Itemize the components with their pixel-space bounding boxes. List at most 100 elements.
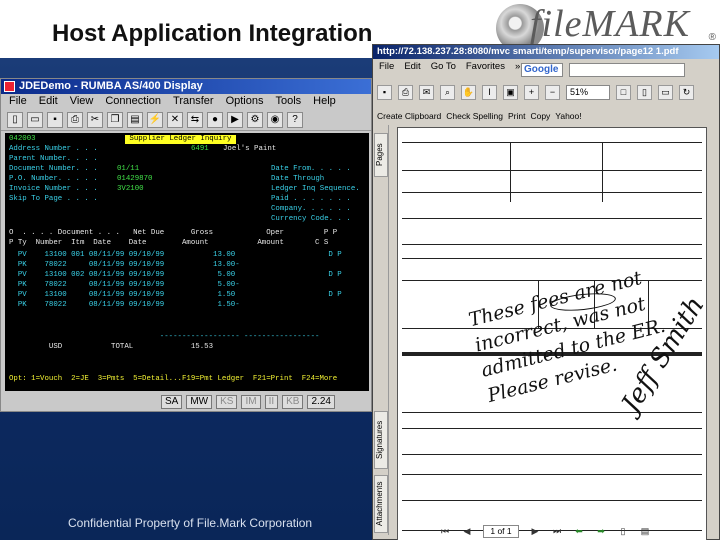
zoom-out-icon[interactable]: − bbox=[545, 84, 560, 100]
menu-file[interactable]: File bbox=[379, 59, 394, 75]
navigation-panel: Pages Signatures Attachments bbox=[373, 125, 389, 535]
save-icon[interactable]: ▪ bbox=[377, 84, 392, 100]
slide-title: Host Application Integration bbox=[52, 20, 373, 47]
go-forward-icon[interactable]: ➡ bbox=[595, 525, 607, 537]
continuous-page-icon[interactable]: ▤ bbox=[639, 525, 651, 537]
ledger-row[interactable]: PK 78022 08/11/99 09/10/99 5.00- bbox=[9, 281, 240, 290]
date-through-label: Date Through bbox=[271, 175, 325, 183]
hand-tool-icon[interactable]: ✋ bbox=[461, 84, 476, 100]
app-icon bbox=[4, 81, 15, 92]
menu-go-to[interactable]: Go To bbox=[431, 59, 456, 75]
menu-file[interactable]: File bbox=[9, 94, 27, 109]
status-ks: KS bbox=[216, 395, 238, 409]
connect-icon[interactable]: ⚡ bbox=[147, 112, 163, 128]
tab-signatures[interactable]: Signatures bbox=[374, 411, 388, 469]
menu-favorites[interactable]: Favorites bbox=[466, 59, 505, 75]
copy-button[interactable]: Copy bbox=[530, 111, 550, 121]
color-icon[interactable]: ◉ bbox=[267, 112, 283, 128]
create-clipboard-button[interactable]: Create Clipboard bbox=[377, 111, 441, 121]
status-position: 2.24 bbox=[307, 395, 335, 409]
po-value[interactable]: 01429870 bbox=[117, 175, 152, 184]
next-page-icon[interactable]: ▶ bbox=[529, 525, 541, 537]
menu-edit[interactable]: Edit bbox=[39, 94, 58, 109]
google-search-input[interactable] bbox=[569, 63, 685, 77]
menu-tools[interactable]: Tools bbox=[275, 94, 301, 109]
print-icon[interactable]: ⎙ bbox=[67, 112, 83, 128]
menu-options[interactable]: Options bbox=[226, 94, 264, 109]
actual-size-icon[interactable]: □ bbox=[616, 84, 631, 100]
total-separator: ------------------ ----------------- bbox=[9, 333, 320, 341]
browser-title: http://72.138.237.28:8080/mvc smarti/tem… bbox=[377, 46, 679, 57]
status-im: IM bbox=[241, 395, 261, 409]
ledger-row[interactable]: PV 13100 002 08/11/99 09/10/99 5.00 D P bbox=[9, 271, 342, 280]
screen-id: 042003 bbox=[9, 135, 36, 143]
single-page-icon[interactable]: ▯ bbox=[617, 525, 629, 537]
address-name: Joel's Paint bbox=[223, 145, 277, 153]
settings-icon[interactable]: ⚙ bbox=[247, 112, 263, 128]
ledger-row[interactable]: PK 78022 08/11/99 09/10/99 13.00- bbox=[9, 261, 240, 270]
play-icon[interactable]: ▶ bbox=[227, 112, 243, 128]
google-toolbar-button[interactable]: Google bbox=[521, 63, 563, 77]
terminal-screen[interactable]: 042003 Supplier Ledger Inquiry Address N… bbox=[5, 133, 369, 391]
fit-width-icon[interactable]: ▭ bbox=[658, 84, 673, 100]
document-label: Document Number. . . bbox=[9, 165, 98, 173]
menu-transfer[interactable]: Transfer bbox=[173, 94, 214, 109]
menu-view[interactable]: View bbox=[70, 94, 94, 109]
copy-icon[interactable]: ❐ bbox=[107, 112, 123, 128]
paste-icon[interactable]: ▤ bbox=[127, 112, 143, 128]
rumba-menu-bar: File Edit View Connection Transfer Optio… bbox=[1, 94, 371, 109]
email-icon[interactable]: ✉ bbox=[419, 84, 434, 100]
company-label: Company. . . . . . bbox=[271, 205, 351, 213]
address-value[interactable]: 6491 bbox=[191, 145, 209, 154]
tab-attachments[interactable]: Attachments bbox=[374, 475, 388, 533]
last-page-icon[interactable]: ⏭ bbox=[551, 525, 563, 537]
rumba-title-bar[interactable]: JDEDemo - RUMBA AS/400 Display bbox=[1, 79, 371, 94]
open-icon[interactable]: ▭ bbox=[27, 112, 43, 128]
yahoo-button[interactable]: Yahoo! bbox=[555, 111, 581, 121]
total-row: USD TOTAL 15.53 bbox=[9, 343, 214, 351]
cut-icon[interactable]: ✂ bbox=[87, 112, 103, 128]
first-page-icon[interactable]: ⏮ bbox=[439, 525, 451, 537]
document-value[interactable]: 01/11 bbox=[117, 165, 139, 174]
zoom-level-select[interactable]: 51% bbox=[566, 84, 610, 100]
menu-edit[interactable]: Edit bbox=[404, 59, 420, 75]
menu-more[interactable]: » bbox=[515, 59, 520, 75]
ledger-row[interactable]: PK 78022 08/11/99 09/10/99 1.50- bbox=[9, 301, 240, 310]
status-ii: II bbox=[264, 395, 279, 409]
po-label: P.O. Number. . . . . bbox=[9, 175, 98, 183]
rotate-icon[interactable]: ↻ bbox=[679, 84, 694, 100]
invoice-value[interactable]: 3V2100 bbox=[117, 185, 144, 194]
check-spelling-button[interactable]: Check Spelling bbox=[446, 111, 503, 121]
ledger-row[interactable]: PV 13100 001 08/11/99 09/10/99 13.00 D P bbox=[9, 251, 342, 260]
save-icon[interactable]: ▪ bbox=[47, 112, 63, 128]
browser-title-bar[interactable]: http://72.138.237.28:8080/mvc smarti/tem… bbox=[373, 45, 719, 59]
pdf-document-page[interactable]: These fees are not incorrect, was not ad… bbox=[397, 127, 707, 540]
help-icon[interactable]: ? bbox=[287, 112, 303, 128]
print-button[interactable]: Print bbox=[508, 111, 525, 121]
previous-page-icon[interactable]: ◀ bbox=[461, 525, 473, 537]
ie-toolbar: Create Clipboard Check Spelling Print Co… bbox=[377, 107, 717, 125]
parent-label: Parent Number. . . . bbox=[9, 155, 98, 163]
menu-connection[interactable]: Connection bbox=[105, 94, 161, 109]
function-keys: Opt: 1=Vouch 2=JE 3=Pmts 5=Detail...F19=… bbox=[9, 375, 338, 383]
transfer-icon[interactable]: ⇆ bbox=[187, 112, 203, 128]
menu-help[interactable]: Help bbox=[313, 94, 336, 109]
page-number-field[interactable]: 1 of 1 bbox=[483, 524, 519, 538]
new-icon[interactable]: ▯ bbox=[7, 112, 23, 128]
snapshot-icon[interactable]: ▣ bbox=[503, 84, 518, 100]
tab-pages[interactable]: Pages bbox=[374, 133, 388, 177]
skip-label: Skip To Page . . . . bbox=[9, 195, 98, 203]
confidential-footer: Confidential Property of File.Mark Corpo… bbox=[68, 516, 313, 530]
disconnect-icon[interactable]: ✕ bbox=[167, 112, 183, 128]
go-back-icon[interactable]: ⬅ bbox=[573, 525, 585, 537]
search-icon[interactable]: ⌕ bbox=[440, 84, 455, 100]
select-text-icon[interactable]: I bbox=[482, 84, 497, 100]
zoom-in-icon[interactable]: + bbox=[524, 84, 539, 100]
status-mw: MW bbox=[186, 395, 213, 409]
ledger-row[interactable]: PV 13100 08/11/99 09/10/99 1.50 D P bbox=[9, 291, 342, 300]
record-icon[interactable]: ● bbox=[207, 112, 223, 128]
print-icon[interactable]: ⎙ bbox=[398, 84, 413, 100]
date-from-label: Date From. . . . . bbox=[271, 165, 351, 173]
logo-text: fileMARK bbox=[530, 3, 690, 45]
fit-page-icon[interactable]: ▯ bbox=[637, 84, 652, 100]
